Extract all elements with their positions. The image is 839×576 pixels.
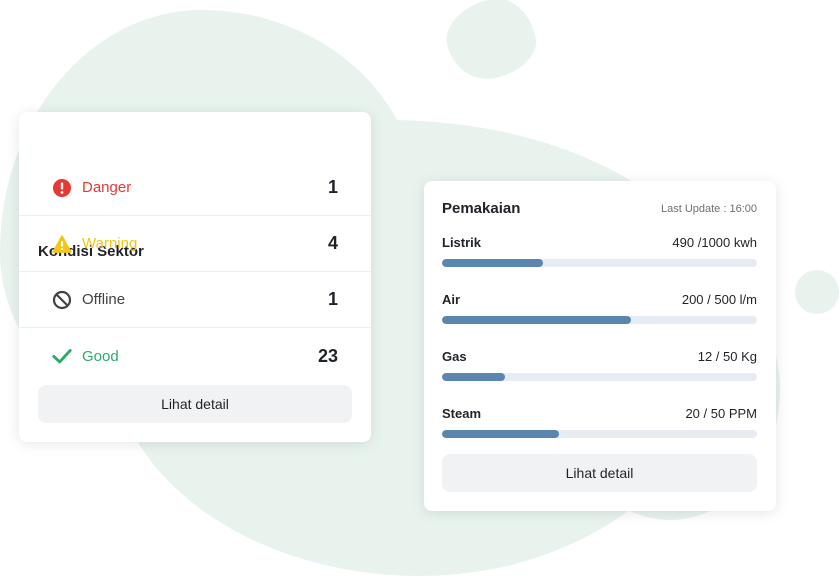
usage-card: Pemakaian Last Update : 16:00 Listrik 49… <box>424 181 776 511</box>
status-label-danger: Danger <box>82 179 132 196</box>
meter-value: 490 /1000 kwh <box>672 235 757 250</box>
status-row-offline[interactable]: Offline 1 <box>19 272 371 328</box>
status-count-offline: 1 <box>327 289 338 309</box>
status-row-danger[interactable]: Danger 1 <box>19 160 371 216</box>
usage-detail-button[interactable]: Lihat detail <box>442 454 757 492</box>
meter-name: Gas <box>442 349 467 364</box>
usage-card-title: Pemakaian <box>442 200 521 217</box>
background-blob <box>795 270 839 314</box>
status-label-good: Good <box>82 347 119 365</box>
status-row-warning[interactable]: Warning 4 <box>19 216 371 272</box>
meter-air: Air 200 / 500 l/m <box>442 292 757 332</box>
exclamation-circle-icon <box>52 178 72 198</box>
meter-value: 20 / 50 PPM <box>685 406 757 421</box>
progress-track <box>442 259 757 267</box>
sector-status-card: Kondisi Sektor Danger 1 Warning 4 Offlin… <box>19 112 371 442</box>
meter-value: 12 / 50 Kg <box>697 349 757 364</box>
last-update-text: Last Update : 16:00 <box>660 203 757 215</box>
checkmark-icon <box>52 346 72 366</box>
status-row-good[interactable]: Good 23 <box>19 328 371 384</box>
status-count-warning: 4 <box>327 233 338 253</box>
status-label-offline: Offline <box>82 291 126 308</box>
meter-listrik: Listrik 490 /1000 kwh <box>442 235 757 275</box>
meter-steam: Steam 20 / 50 PPM <box>442 406 757 446</box>
background-blob <box>439 0 543 87</box>
progress-fill <box>442 373 505 381</box>
progress-track <box>442 430 757 438</box>
progress-fill <box>442 430 559 438</box>
meter-value: 200 / 500 l/m <box>681 292 757 307</box>
status-count-danger: 1 <box>327 177 338 197</box>
status-count-good: 23 <box>317 345 338 366</box>
progress-fill <box>442 316 631 324</box>
sector-detail-button[interactable]: Lihat detail <box>38 385 352 423</box>
progress-track <box>442 373 757 381</box>
warning-triangle-icon <box>52 234 72 254</box>
meter-name: Steam <box>442 406 482 421</box>
meter-name: Listrik <box>442 235 482 250</box>
meter-name: Air <box>442 292 461 307</box>
meter-gas: Gas 12 / 50 Kg <box>442 349 757 389</box>
prohibited-icon <box>52 290 72 310</box>
status-label-warning: Warning <box>82 235 138 252</box>
progress-fill <box>442 259 543 267</box>
progress-track <box>442 316 757 324</box>
